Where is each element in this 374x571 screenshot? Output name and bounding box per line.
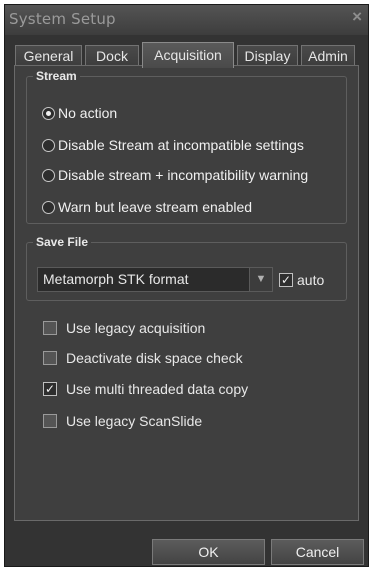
save-format-value: Metamorph STK format	[43, 271, 189, 287]
radio-disable-stream-warning[interactable]: Disable stream + incompatibility warning	[42, 165, 308, 185]
tab-bar: General Dock Acquisition Display Admin	[15, 42, 358, 68]
auto-checkbox[interactable]: ✓ auto	[279, 270, 324, 290]
acquisition-panel: Stream No action Disable Stream at incom…	[14, 65, 359, 521]
use-legacy-scanslide-checkbox[interactable]: Use legacy ScanSlide	[43, 411, 202, 431]
stream-legend: Stream	[36, 69, 77, 83]
save-format-select[interactable]: Metamorph STK format ▼	[37, 267, 273, 292]
checkbox-label: Use multi threaded data copy	[66, 381, 249, 397]
checkbox-label: Use legacy ScanSlide	[66, 413, 203, 429]
radio-unselected-icon	[42, 200, 55, 214]
radio-label: No action	[58, 105, 118, 121]
deactivate-disk-space-check-checkbox[interactable]: Deactivate disk space check	[43, 348, 243, 368]
cancel-button[interactable]: Cancel	[271, 539, 364, 565]
radio-selected-icon	[42, 106, 55, 120]
radio-disable-stream-incompatible[interactable]: Disable Stream at incompatible settings	[42, 135, 304, 155]
title-bar[interactable]: System Setup ×	[5, 5, 368, 35]
tab-dock[interactable]: Dock	[85, 45, 139, 67]
checkbox-label: Deactivate disk space check	[66, 350, 243, 366]
tab-admin[interactable]: Admin	[301, 45, 355, 67]
radio-label: Disable stream + incompatibility warning	[58, 167, 309, 183]
close-icon[interactable]: ×	[352, 7, 362, 27]
tab-general[interactable]: General	[15, 45, 82, 67]
radio-label: Warn but leave stream enabled	[58, 199, 253, 215]
radio-unselected-icon	[42, 168, 55, 182]
radio-unselected-icon	[42, 138, 55, 152]
checkbox-unchecked-icon	[43, 321, 57, 335]
radio-warn-leave-enabled[interactable]: Warn but leave stream enabled	[42, 197, 252, 217]
radio-no-action[interactable]: No action	[42, 103, 117, 123]
use-legacy-acquisition-checkbox[interactable]: Use legacy acquisition	[43, 318, 205, 338]
checkbox-unchecked-icon	[43, 414, 57, 428]
tab-display[interactable]: Display	[237, 45, 298, 67]
checkbox-unchecked-icon	[43, 351, 57, 365]
save-file-legend: Save File	[36, 235, 89, 249]
checkbox-checked-icon: ✓	[279, 273, 293, 287]
radio-label: Disable Stream at incompatible settings	[58, 137, 304, 153]
tab-acquisition[interactable]: Acquisition	[142, 42, 234, 68]
chevron-down-icon[interactable]: ▼	[249, 268, 272, 291]
ok-button[interactable]: OK	[152, 539, 265, 565]
auto-label: auto	[297, 272, 325, 288]
checkbox-label: Use legacy acquisition	[66, 320, 206, 336]
window-title: System Setup	[9, 10, 116, 28]
use-multi-threaded-copy-checkbox[interactable]: ✓ Use multi threaded data copy	[43, 379, 248, 399]
checkbox-checked-icon: ✓	[43, 382, 57, 396]
